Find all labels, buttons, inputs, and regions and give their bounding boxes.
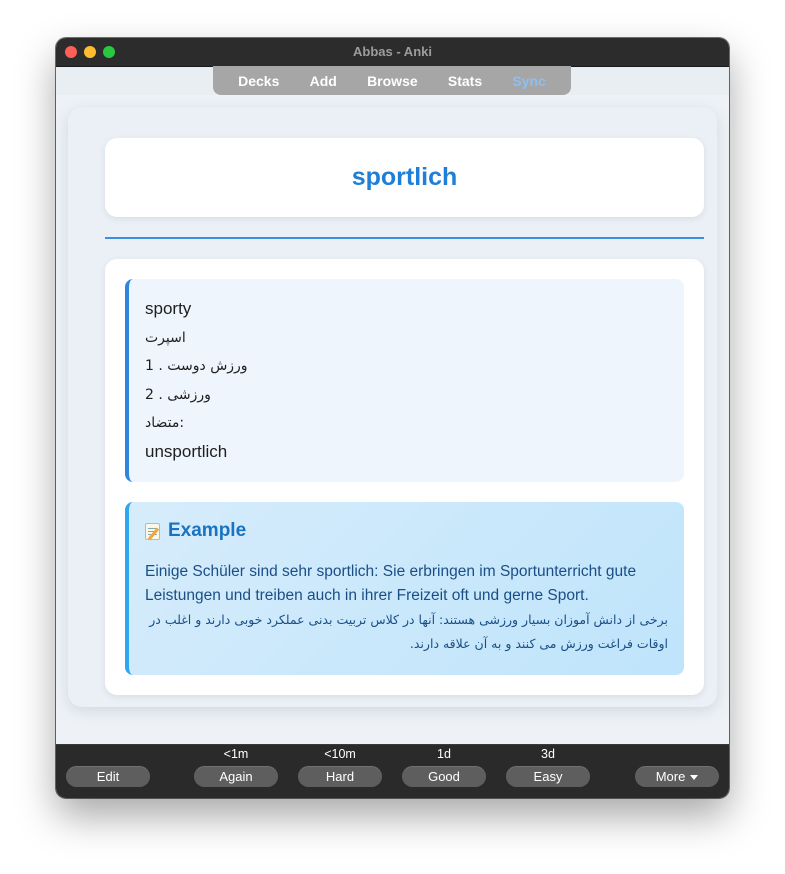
toolbar-sync[interactable]: Sync: [512, 73, 545, 89]
antonym-label: متضاد:: [145, 415, 185, 431]
example-german: Einige Schüler sind sehr sportlich: Sie …: [145, 563, 637, 604]
example-header: Example: [145, 519, 668, 543]
window-title: Abbas - Anki: [353, 44, 432, 59]
meaning-sense-1: 1 . ورزش دوست: [145, 358, 248, 374]
meaning-persian: اسپرت: [145, 329, 186, 346]
antonym-word: unsportlich: [145, 441, 228, 461]
example-title: Example: [168, 520, 247, 541]
meaning-sense-2: 2 . ورزشی: [145, 386, 211, 403]
title-bar: Abbas - Anki: [56, 38, 729, 67]
main-toolbar: Decks Add Browse Stats Sync: [213, 66, 571, 95]
toolbar-add[interactable]: Add: [310, 73, 337, 89]
example-persian: برخی از دانش آموزان بسیار ورزشی هستند: آ…: [149, 612, 668, 651]
again-button[interactable]: Again: [194, 766, 278, 787]
good-button[interactable]: Good: [402, 766, 486, 787]
card-view: sportlich sporty اسپرت 1 . ورزش دوست 2 .…: [56, 95, 729, 744]
hard-due: <10m: [324, 747, 356, 761]
meaning-box: sporty اسپرت 1 . ورزش دوست 2 . ورزشی متض…: [125, 279, 684, 482]
good-due: 1d: [437, 747, 451, 761]
card-front: sportlich: [105, 138, 704, 217]
toolbar-browse[interactable]: Browse: [367, 73, 418, 89]
chevron-down-icon: [690, 775, 699, 780]
anki-window: Abbas - Anki Decks Add Browse Stats Sync…: [56, 38, 729, 798]
front-word: sportlich: [351, 163, 458, 191]
more-label: More: [655, 769, 686, 784]
edit-button[interactable]: Edit: [66, 766, 150, 787]
easy-button[interactable]: Easy: [506, 766, 590, 787]
again-due: <1m: [223, 747, 249, 761]
memo-icon: [145, 522, 160, 540]
toolbar-stats[interactable]: Stats: [448, 73, 482, 89]
answer-divider: [105, 237, 704, 239]
easy-due: 3d: [541, 747, 555, 761]
answer-bar: Edit <1m Again <10m Hard 1d Good 3d Easy…: [56, 744, 729, 798]
toolbar-decks[interactable]: Decks: [238, 73, 279, 89]
meaning-english: sporty: [145, 299, 192, 318]
hard-button[interactable]: Hard: [298, 766, 382, 787]
more-button[interactable]: More: [635, 766, 719, 787]
example-box: Example Einige Schüler sind sehr sportli…: [125, 502, 684, 675]
card-back: sporty اسپرت 1 . ورزش دوست 2 . ورزشی متض…: [105, 259, 704, 695]
card-container: sportlich sporty اسپرت 1 . ورزش دوست 2 .…: [68, 107, 717, 707]
